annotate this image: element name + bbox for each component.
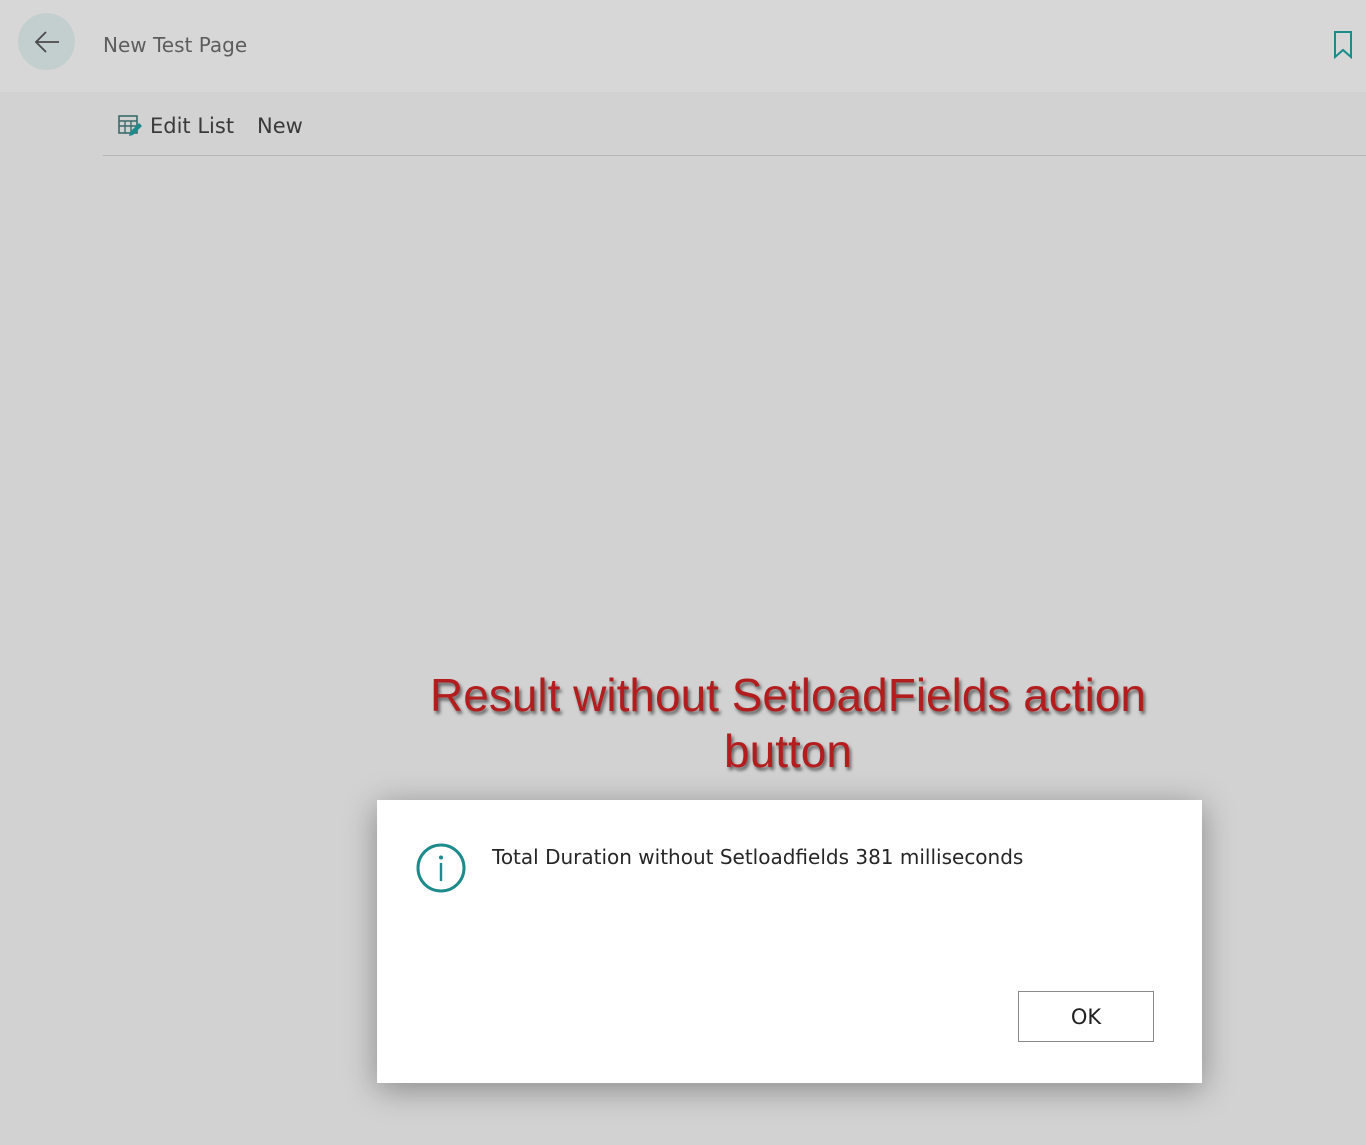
message-dialog: Total Duration without Setloadfields 381…	[377, 800, 1202, 1083]
annotation-text: Result without SetloadFields action butt…	[430, 669, 1146, 777]
action-bar: Edit List New	[103, 105, 1366, 156]
edit-list-label: Edit List	[150, 114, 235, 138]
bookmark-icon[interactable]	[1332, 30, 1354, 60]
info-icon	[416, 843, 466, 893]
dialog-message: Total Duration without Setloadfields 381…	[492, 845, 1024, 869]
back-button[interactable]	[18, 13, 75, 70]
arrow-left-icon	[34, 30, 59, 53]
new-button[interactable]: New	[257, 111, 303, 141]
page-header: New Test Page	[0, 0, 1366, 92]
edit-list-icon	[118, 115, 142, 136]
page-title: New Test Page	[103, 33, 248, 57]
new-label: New	[257, 114, 303, 138]
ok-button[interactable]: OK	[1018, 991, 1154, 1042]
edit-list-button[interactable]: Edit List	[117, 111, 234, 141]
